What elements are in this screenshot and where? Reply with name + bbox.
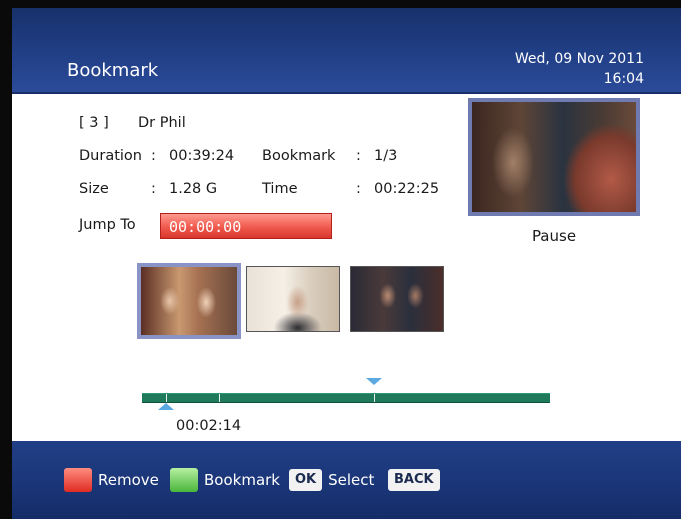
recording-index: [ 3 ] [79,115,109,131]
header-bar: Bookmark Wed, 09 Nov 2011 16:04 [12,8,681,94]
size-label: Size [79,181,109,197]
duration-value: 00:39:24 [169,148,235,164]
select-label: Select [328,471,375,489]
page-title: Bookmark [67,60,159,81]
bookmark-screen: Bookmark Wed, 09 Nov 2011 16:04 [ 3 ] Dr… [12,8,681,519]
preview-frame [472,102,636,212]
position-marker-icon [158,403,174,410]
bookmark-thumbnail-1[interactable] [137,263,241,339]
jump-to-label: Jump To [79,217,136,233]
back-key-icon: BACK [388,469,440,491]
timeline-bar[interactable] [142,393,550,403]
bookmark-label: Bookmark [262,148,336,164]
date-text: Wed, 09 Nov 2011 [514,51,644,67]
playback-status: Pause [531,227,577,245]
bookmark-tick [219,394,220,402]
jump-to-input[interactable]: 00:00:00 [160,213,332,239]
duration-label: Duration [79,148,142,164]
bookmark-thumbnail-2[interactable] [246,266,340,332]
time-label: Time [262,181,298,197]
remove-label: Remove [98,471,159,489]
red-key-icon [64,468,92,492]
date-time-display: Wed, 09 Nov 2011 16:04 [515,49,644,89]
bookmark-colon: : [356,148,361,164]
position-readout: 00:02:14 [176,418,242,434]
size-value: 1.28 G [169,181,218,197]
playhead-marker-icon [366,378,382,385]
bookmark-action-label: Bookmark [204,471,280,489]
bookmark-tick [374,394,375,402]
footer-bar: Remove Bookmark OK Select BACK [12,441,681,519]
back-action[interactable]: BACK [388,467,446,493]
time-value: 00:22:25 [374,181,440,197]
ok-key-icon: OK [289,469,323,491]
program-title: Dr Phil [138,115,186,131]
bookmark-action[interactable]: Bookmark [170,467,280,493]
remove-action[interactable]: Remove [64,467,159,493]
select-action[interactable]: OK Select [289,467,374,493]
bookmark-thumbnail-3[interactable] [350,266,444,332]
bookmark-tick [166,394,167,402]
time-colon: : [356,181,361,197]
green-key-icon [170,468,198,492]
duration-colon: : [151,148,156,164]
bookmark-count-value: 1/3 [374,148,398,164]
video-preview [468,98,640,216]
size-colon: : [151,181,156,197]
clock-text: 16:04 [603,71,644,87]
